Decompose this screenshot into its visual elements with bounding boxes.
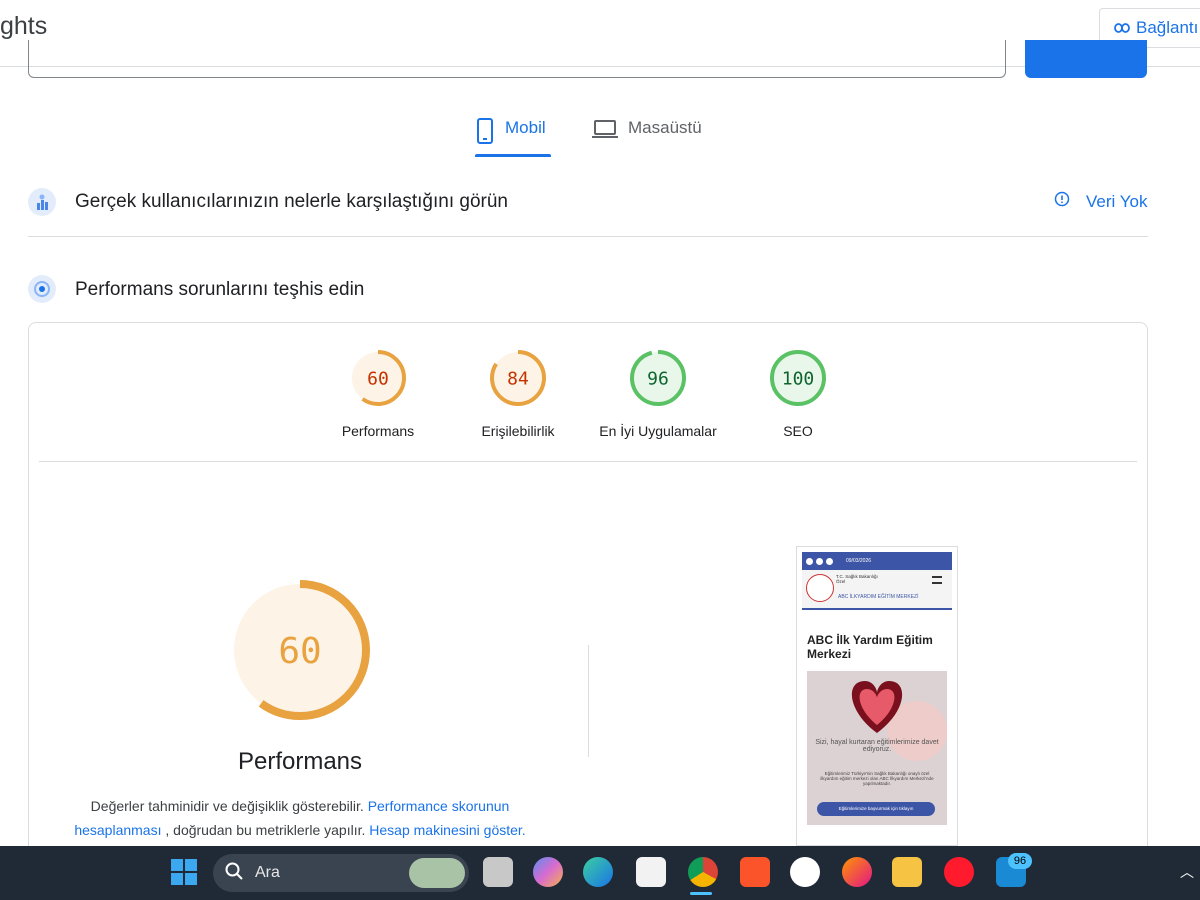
tab-mobile-label: Mobil	[505, 118, 546, 137]
score-gauge-performance[interactable]: 60 Performans	[308, 348, 448, 439]
gauge-score: 84	[507, 368, 529, 389]
analyze-button[interactable]	[1025, 40, 1147, 78]
url-input[interactable]	[28, 40, 1006, 78]
thumb-body: Eğitimlerimiz Türkiye'nin Sağlık Bakanlı…	[820, 771, 934, 786]
info-icon	[1054, 191, 1070, 212]
tab-mobile[interactable]: Mobil	[475, 112, 551, 158]
gauge-ring: 60	[350, 350, 406, 406]
gauge-label: En İyi Uygulamalar	[599, 423, 717, 439]
brave-icon[interactable]	[740, 857, 770, 887]
menu-icon	[932, 576, 942, 584]
edge-icon[interactable]	[583, 857, 613, 887]
gauge-score: 100	[782, 368, 815, 389]
copilot-icon[interactable]	[533, 857, 563, 887]
lighthouse-icon	[28, 275, 56, 303]
no-data-status[interactable]: Veri Yok	[1054, 191, 1147, 212]
thumb-date: 09/03/2026	[846, 558, 872, 564]
x-icon	[816, 557, 823, 565]
note-text-1: Değerler tahminidir ve değişiklik göster…	[90, 798, 364, 814]
section-divider	[28, 236, 1148, 237]
active-app-indicator	[690, 892, 712, 895]
tab-desktop[interactable]: Masaüstü	[592, 112, 712, 158]
task-view-icon[interactable]	[483, 857, 513, 887]
card-divider	[39, 461, 1137, 462]
facebook-icon	[806, 557, 813, 565]
tab-desktop-label: Masaüstü	[628, 118, 702, 137]
phone-icon	[475, 118, 495, 149]
crux-icon	[28, 188, 56, 216]
instagram-icon	[826, 557, 833, 565]
link-icon	[1114, 18, 1130, 38]
score-gauge-seo[interactable]: 100 SEO	[728, 348, 868, 439]
chevron-up-icon[interactable]: ︿	[1180, 862, 1194, 882]
file-explorer-icon[interactable]	[892, 857, 922, 887]
performance-title: Performans	[237, 748, 363, 775]
gauge-label: SEO	[783, 423, 813, 439]
gauge-score: 96	[647, 368, 669, 389]
search-highlight-image	[409, 858, 465, 888]
performance-note: Değerler tahminidir ve değişiklik göster…	[60, 794, 540, 842]
thumb-topbar: 09/03/2026	[802, 552, 952, 570]
laptop-icon	[592, 118, 618, 145]
score-gauge-best-practices[interactable]: 96 En İyi Uygulamalar	[588, 348, 728, 439]
opera-icon[interactable]	[944, 857, 974, 887]
windows-start-icon[interactable]	[170, 858, 198, 891]
vertical-divider	[588, 645, 589, 757]
page-screenshot-thumbnail: 09/03/2026 T.C. Sağlık Bakanlığı Özel AB…	[796, 546, 958, 846]
copy-link-label: Bağlantı	[1136, 18, 1199, 37]
yandex-icon[interactable]	[790, 857, 820, 887]
snipping-tool-icon[interactable]	[636, 857, 666, 887]
taskbar-search[interactable]: Ara	[213, 854, 469, 892]
thumb-org-line: T.C. Sağlık Bakanlığı Özel	[836, 574, 878, 584]
diagnose-title: Performans sorunlarını teşhis edin	[75, 279, 365, 300]
score-gauge-accessibility[interactable]: 84 Erişilebilirlik	[448, 348, 588, 439]
thumb-header: T.C. Sağlık Bakanlığı Özel ABC İLKYARDIM…	[802, 570, 952, 610]
thumb-brand: ABC İLKYARDIM EĞİTİM MERKEZİ	[838, 594, 919, 600]
app-title: ghts	[0, 12, 48, 40]
thumb-cta-button: Eğitimlerimize başvurmak için tıklayın	[817, 802, 935, 816]
search-icon	[225, 862, 243, 885]
gauge-ring: 84	[490, 350, 546, 406]
active-tab-indicator	[475, 154, 551, 157]
real-users-title: Gerçek kullanıcılarınızın nelerle karşıl…	[75, 191, 508, 212]
gauge-score: 60	[367, 368, 389, 389]
search-placeholder: Ara	[255, 864, 280, 881]
thumb-logo	[806, 574, 834, 602]
show-calculator-link[interactable]: Hesap makinesini göster.	[369, 822, 525, 838]
gauge-ring: 100	[770, 350, 826, 406]
notification-badge: 96	[1008, 853, 1032, 869]
no-data-label: Veri Yok	[1086, 191, 1148, 211]
thumb-invite: Sizi, hayal kurtaran eğitimlerimize dave…	[815, 739, 939, 753]
chrome-icon[interactable]	[688, 857, 718, 887]
gauge-ring: 96	[630, 350, 686, 406]
performance-big-gauge: 60	[230, 580, 370, 720]
gauge-score: 60	[278, 631, 321, 672]
thumb-heading: ABC İlk Yardım Eğitim Merkezi	[807, 633, 933, 661]
gauge-label: Erişilebilirlik	[481, 423, 555, 439]
firefox-icon[interactable]	[842, 857, 872, 887]
note-text-2: , doğrudan bu metriklerle yapılır.	[165, 822, 366, 838]
gauge-label: Performans	[341, 423, 415, 439]
